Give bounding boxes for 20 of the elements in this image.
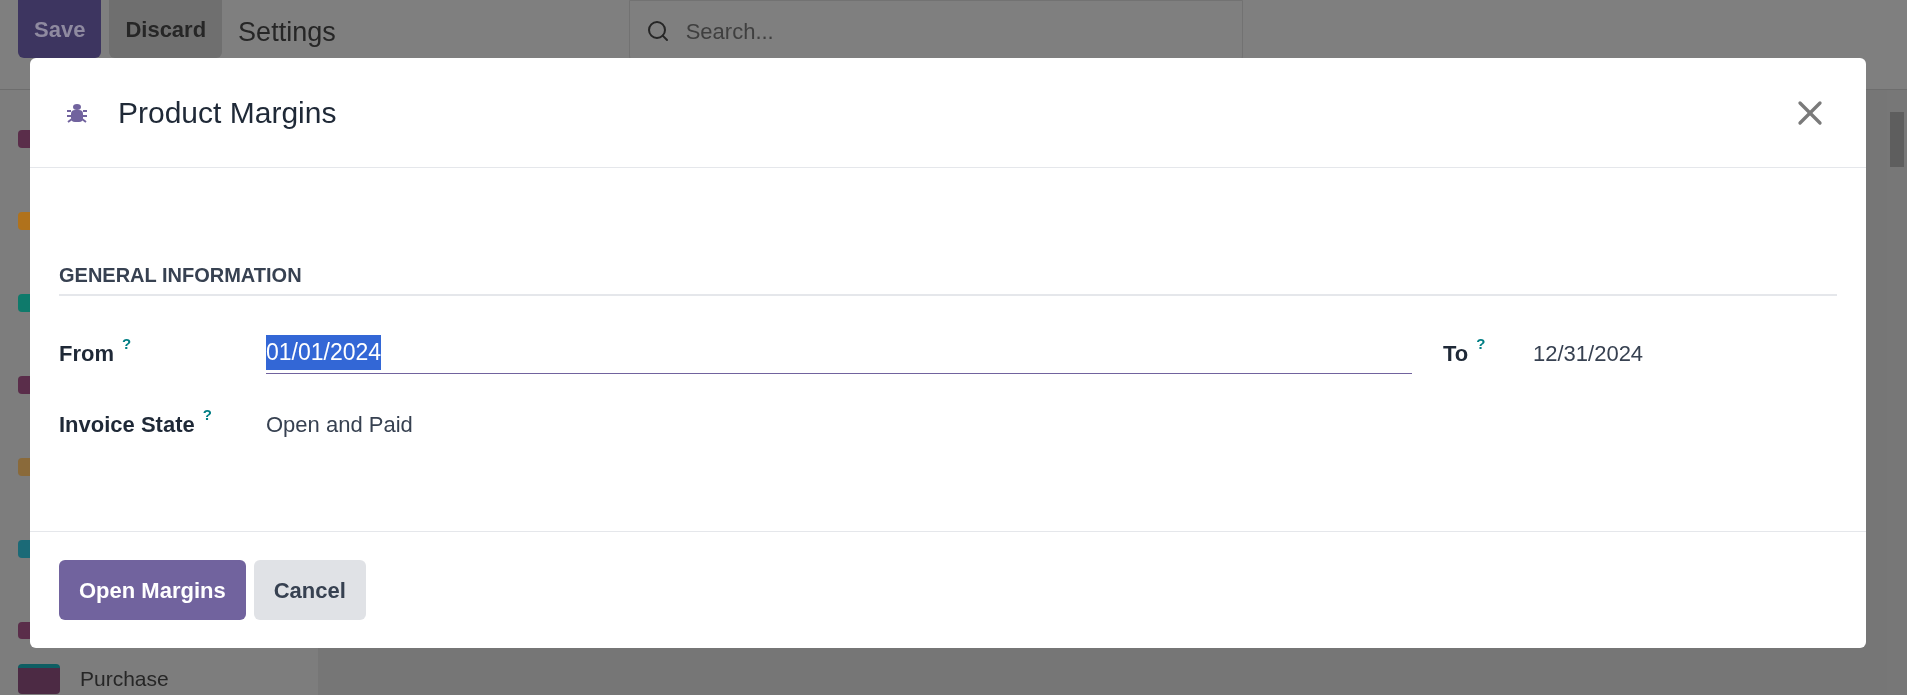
date-field[interactable]: 01/01/2024 <box>266 332 1412 374</box>
scrollbar[interactable] <box>1887 90 1907 695</box>
dialog-button[interactable]: Cancel <box>253 560 366 620</box>
search-icon <box>645 19 670 43</box>
field-label: To <box>1443 339 1469 368</box>
field-value[interactable]: 12/31/2024 <box>1533 340 1644 366</box>
field-value[interactable]: Open and Paid <box>266 412 413 437</box>
menu-item[interactable]: Purchase <box>80 663 169 695</box>
toolbar-button[interactable]: Discard <box>109 0 223 58</box>
field-label: From <box>59 339 114 368</box>
help-tooltip[interactable]: ? <box>202 404 212 427</box>
help-tooltip[interactable]: ? <box>122 332 132 355</box>
bug-icon <box>66 101 88 124</box>
toolbar-button[interactable]: Save <box>18 0 102 58</box>
field-label: Invoice State <box>59 411 195 439</box>
help-tooltip[interactable]: ? <box>1476 332 1486 355</box>
dialog-title: Product Margins <box>118 95 337 131</box>
section-title: GENERAL INFORMATION <box>59 260 1837 296</box>
dialog-button[interactable]: Open Margins <box>59 560 246 620</box>
page-title: Settings <box>238 16 336 49</box>
